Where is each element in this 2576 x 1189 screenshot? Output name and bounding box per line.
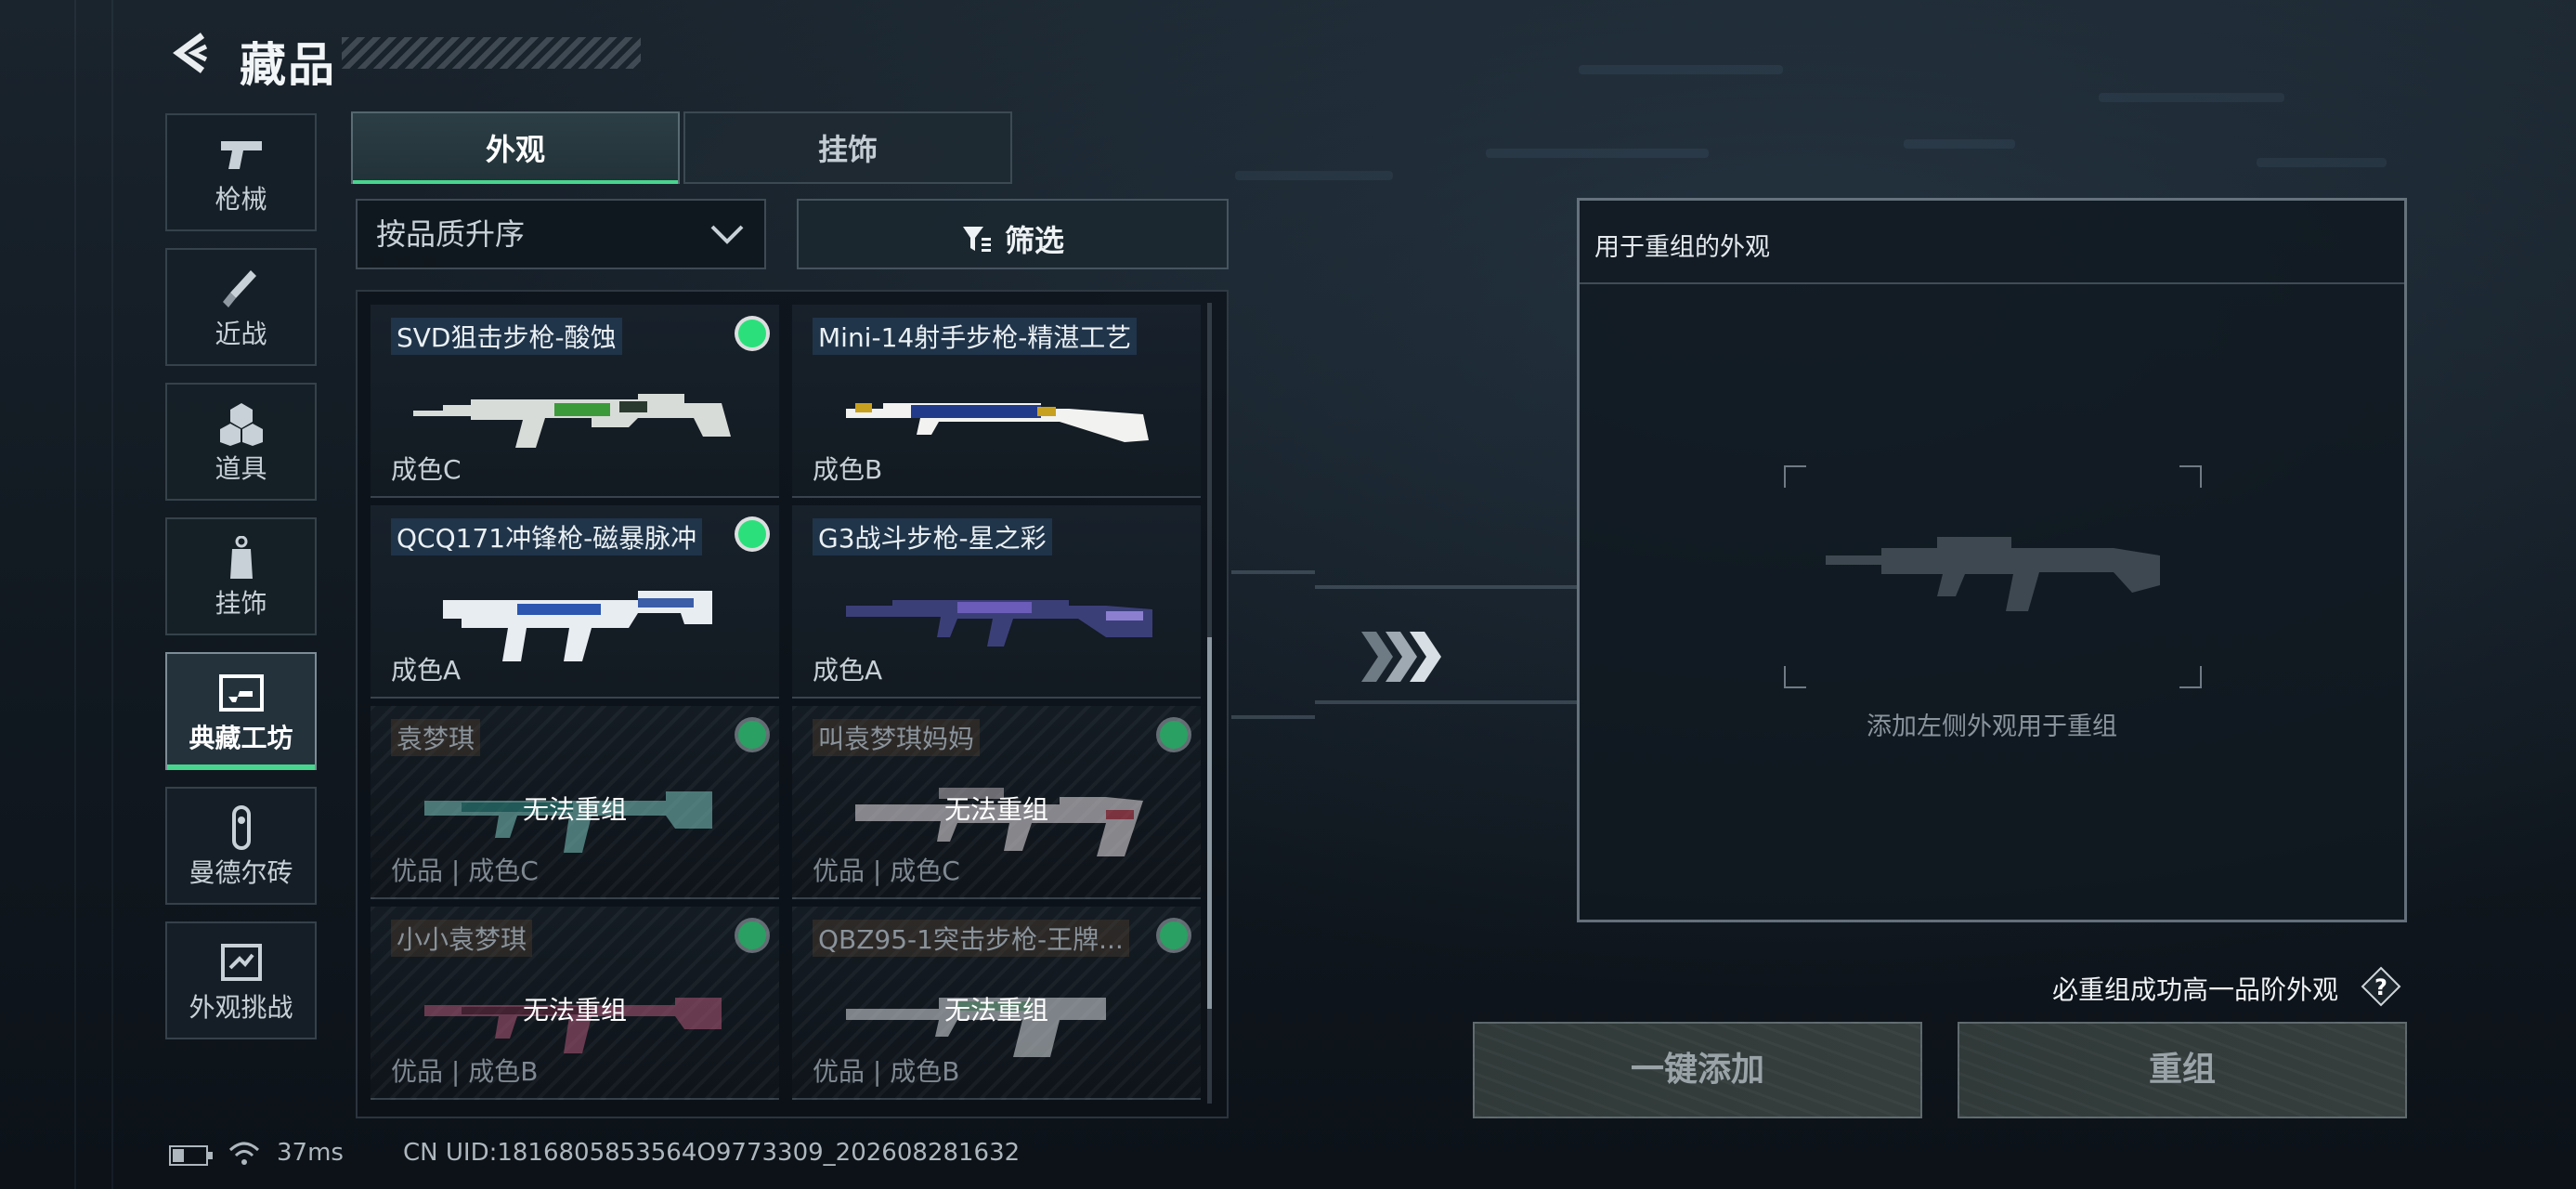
sidebar-item-label: 曼德尔砖	[189, 857, 293, 888]
help-question-icon[interactable]: ?	[2361, 966, 2401, 1007]
wifi-icon	[228, 1142, 260, 1165]
sidebar-item-items[interactable]: 道具	[165, 383, 317, 501]
cannot-recombine-label: 无法重组	[522, 995, 627, 1026]
sidebar-item-label: 典藏工坊	[189, 723, 293, 753]
skin-grade: 优品 | 成色B	[391, 1056, 539, 1087]
skin-name: QCQ171冲锋枪-磁暴脉冲	[391, 518, 703, 555]
skin-card[interactable]: G3战斗步枪-星之彩 成色A	[792, 505, 1201, 699]
skin-grade: 成色B	[813, 454, 883, 485]
background-streak	[1235, 171, 1393, 180]
guarantee-text: 必重组成功高一品阶外观	[2052, 974, 2339, 1005]
selected-indicator	[738, 520, 766, 548]
ping-latency: 37ms	[277, 1139, 344, 1167]
mandel-brick-icon	[231, 805, 251, 850]
skin-card-disabled: QBZ95-1突击步枪-王牌... 无法重组 优品 | 成色B	[792, 907, 1201, 1100]
sidebar-item-appearance-challenge[interactable]: 外观挑战	[165, 921, 317, 1039]
background-streak	[1579, 65, 1783, 74]
background-streak	[1904, 139, 2015, 149]
recombine-hint: 添加左侧外观用于重组	[1867, 712, 2117, 741]
sidebar-item-label: 道具	[215, 453, 267, 484]
tab-bar: 外观 挂饰	[351, 111, 1012, 184]
skin-name: SVD狙击步枪-酸蚀	[391, 318, 622, 355]
back-arrow-icon[interactable]	[169, 32, 212, 74]
sidebar-item-melee[interactable]: 近战	[165, 248, 317, 366]
cannot-recombine-label: 无法重组	[943, 995, 1048, 1026]
recombine-button[interactable]: 重组	[1958, 1022, 2407, 1118]
sidebar-item-guns[interactable]: 枪械	[165, 113, 317, 231]
selected-indicator	[1160, 721, 1188, 749]
tab-appearance[interactable]: 外观	[351, 111, 680, 184]
background-streak	[1486, 149, 1709, 158]
sidebar-item-charms[interactable]: 挂饰	[165, 517, 317, 635]
sidebar-item-workshop[interactable]: 典藏工坊	[165, 652, 317, 770]
cubes-icon	[219, 403, 263, 446]
skin-card-disabled: 小小袁梦琪 无法重组 优品 | 成色B	[371, 907, 779, 1100]
skin-name: G3战斗步枪-星之彩	[813, 518, 1052, 555]
sidebar-item-mandel-brick[interactable]: 曼德尔砖	[165, 787, 317, 905]
connector-line	[1315, 700, 1577, 704]
skin-grade: 优品 | 成色C	[391, 856, 539, 886]
skin-grade: 成色A	[813, 655, 883, 686]
selected-indicator	[738, 320, 766, 347]
empty-slot-rifle-icon	[1826, 537, 2160, 611]
workshop-frame-icon	[218, 674, 264, 712]
challenge-icon	[220, 944, 262, 981]
page-title: 藏品	[240, 38, 336, 92]
background-streak	[2099, 93, 2284, 102]
skin-name: 小小袁梦琪	[391, 920, 533, 957]
skin-grid: SVD狙击步枪-酸蚀 成色C Mini-14射手步枪-精湛工艺 成色B QCQ1…	[356, 290, 1229, 1118]
sidebar-item-label: 外观挑战	[189, 992, 293, 1023]
skin-card[interactable]: QCQ171冲锋枪-磁暴脉冲 成色A	[371, 505, 779, 699]
filter-button[interactable]: 筛选	[797, 199, 1229, 269]
battery-icon	[169, 1145, 213, 1166]
skin-grade: 优品 | 成色B	[813, 1056, 960, 1087]
selected-indicator	[738, 721, 766, 749]
sort-dropdown[interactable]: 按品质升序	[356, 199, 766, 269]
skin-name: 叫袁梦琪妈妈	[813, 719, 981, 756]
chevron-down-icon	[710, 225, 744, 244]
triple-chevron-right-icon	[1361, 632, 1441, 682]
sidebar-item-label: 挂饰	[215, 588, 267, 619]
skin-name: Mini-14射手步枪-精湛工艺	[813, 318, 1138, 355]
title-decoration	[342, 37, 641, 69]
user-uid: CN UID:1816805853564O9773309_20260828163…	[403, 1139, 1021, 1167]
skin-grade: 优品 | 成色C	[813, 856, 960, 886]
cannot-recombine-label: 无法重组	[522, 794, 627, 825]
skin-card-disabled: 袁梦琪 无法重组 优品 | 成色C	[371, 706, 779, 899]
skin-name: QBZ95-1突击步枪-王牌...	[813, 920, 1129, 957]
connector-line	[1231, 570, 1315, 574]
skin-card[interactable]: Mini-14射手步枪-精湛工艺 成色B	[792, 305, 1201, 498]
connector-line	[1231, 715, 1315, 719]
sidebar-item-label: 近战	[215, 319, 267, 349]
scrollbar-thumb[interactable]	[1207, 637, 1212, 1009]
pistol-icon	[220, 141, 262, 169]
recombine-panel: 用于重组的外观 添加左侧外观用于重组	[1577, 198, 2407, 922]
tab-charms[interactable]: 挂饰	[683, 111, 1012, 184]
connector-line	[1315, 585, 1577, 589]
filter-funnel-icon	[962, 227, 991, 252]
panel-divider	[1580, 282, 2404, 284]
skin-name: 袁梦琪	[391, 719, 481, 756]
skin-grade: 成色C	[391, 454, 462, 485]
svg-text:?: ?	[2374, 974, 2387, 1000]
sidebar-item-label: 枪械	[215, 184, 267, 215]
one-click-add-button[interactable]: 一键添加	[1473, 1022, 1922, 1118]
sort-dropdown-value: 按品质升序	[376, 216, 526, 252]
filter-label: 筛选	[1005, 223, 1065, 258]
skin-grade: 成色A	[391, 655, 462, 686]
recombine-panel-title: 用于重组的外观	[1594, 233, 1770, 262]
background-line	[111, 0, 113, 1189]
skin-card[interactable]: SVD狙击步枪-酸蚀 成色C	[371, 305, 779, 498]
charm-tag-icon	[229, 536, 253, 579]
knife-icon	[222, 270, 256, 307]
selected-indicator	[738, 921, 766, 949]
background-streak	[2257, 158, 2387, 167]
skin-card-disabled: 叫袁梦琪妈妈 无法重组 优品 | 成色C	[792, 706, 1201, 899]
skin-grid-scrollbar[interactable]	[1207, 303, 1212, 1104]
cannot-recombine-label: 无法重组	[943, 794, 1048, 825]
selected-indicator	[1160, 921, 1188, 949]
background-line	[74, 0, 76, 1189]
